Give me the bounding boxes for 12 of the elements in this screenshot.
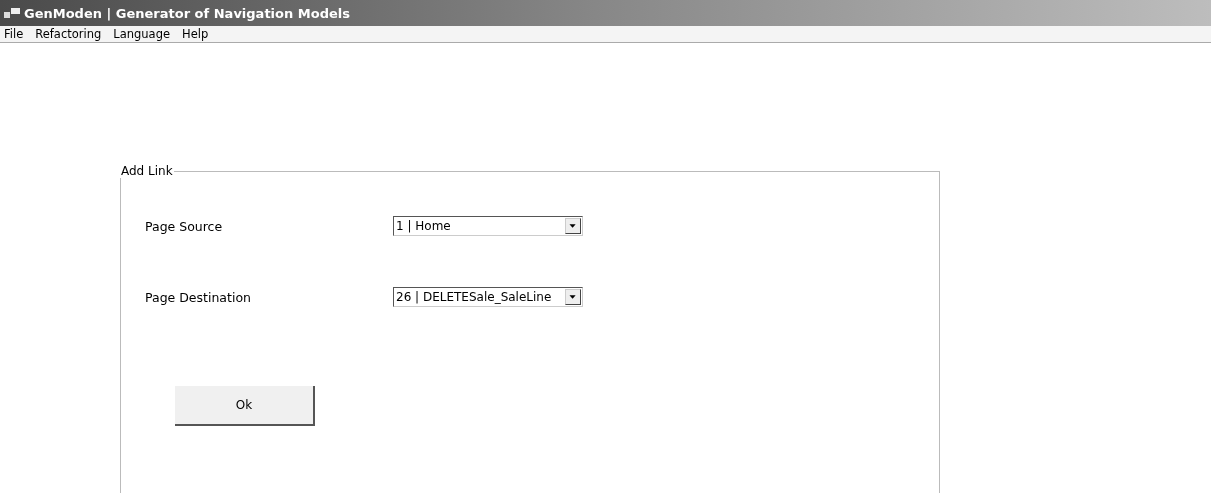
dropdown[interactable]: 26 | DELETESale_SaleLine [393,287,583,307]
dropdown[interactable]: 1 | Home [393,216,583,236]
group-title: Add Link [120,164,174,178]
menu-item[interactable]: Language [112,27,172,41]
field-label: Page Source [145,218,224,234]
menu-item[interactable]: File [3,27,25,41]
menu-item[interactable]: Refactoring [34,27,103,41]
field-label: Page Destination [145,289,252,305]
app-icon [4,6,20,20]
window-title: GenModen | Generator of Navigation Models [24,5,350,21]
ok-button[interactable]: Ok [175,386,315,426]
menu-item[interactable]: Help [181,27,210,41]
